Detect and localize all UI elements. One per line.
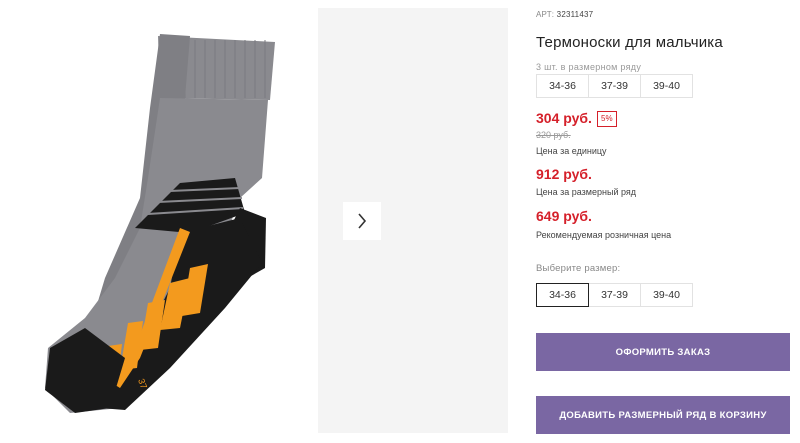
- size-selector: 34-36 37-39 39-40: [536, 283, 693, 307]
- sock-image: 37: [45, 34, 275, 413]
- gallery-next-button[interactable]: [343, 202, 381, 240]
- article-value: 32311437: [556, 10, 594, 19]
- retail-price: 649 руб.: [536, 208, 592, 224]
- unit-price: 304 руб.: [536, 110, 592, 126]
- add-size-row-to-cart-button[interactable]: ДОБАВИТЬ РАЗМЕРНЫЙ РЯД В КОРЗИНУ: [536, 396, 790, 434]
- discount-badge: 5%: [597, 111, 617, 127]
- size-select-label: Выберите размер:: [536, 263, 621, 274]
- row-price: 912 руб.: [536, 166, 592, 182]
- pack-size-list: 34-36 37-39 39-40: [536, 74, 693, 98]
- row-price-caption: Цена за размерный ряд: [536, 187, 637, 197]
- checkout-button[interactable]: ОФОРМИТЬ ЗАКАЗ: [536, 333, 790, 371]
- retail-price-caption: Рекомендуемая розничная цена: [536, 230, 672, 240]
- pack-size-item: 39-40: [640, 74, 693, 98]
- product-image-secondary: [318, 8, 508, 433]
- product-title: Термоноски для мальчика: [536, 34, 723, 51]
- unit-price-caption: Цена за единицу: [536, 146, 607, 156]
- product-image-main[interactable]: 37: [0, 0, 310, 443]
- old-price: 320 руб.: [536, 130, 571, 140]
- product-info-panel: АРТ: 32311437 Термоноски для мальчика 3 …: [536, 0, 800, 443]
- chevron-right-icon: [358, 213, 367, 229]
- pack-size-item: 37-39: [588, 74, 641, 98]
- pack-size-item: 34-36: [536, 74, 589, 98]
- article-label: АРТ:: [536, 10, 555, 19]
- size-option-39-40[interactable]: 39-40: [640, 283, 693, 307]
- pack-note: 3 шт. в размерном ряду: [536, 62, 642, 72]
- article-number: АРТ: 32311437: [536, 10, 593, 19]
- size-option-37-39[interactable]: 37-39: [588, 283, 641, 307]
- size-option-34-36[interactable]: 34-36: [536, 283, 589, 307]
